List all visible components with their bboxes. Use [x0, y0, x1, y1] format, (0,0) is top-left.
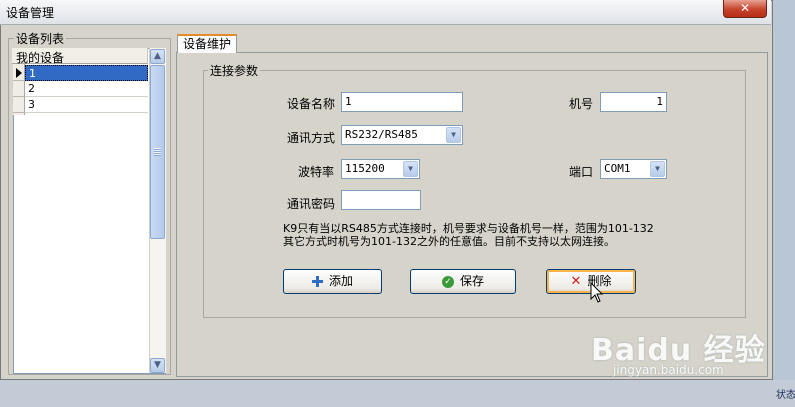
add-button-label: 添加	[328, 274, 353, 288]
note-line-1: K9只有当以RS485方式连接时，机号要求与设备机号一样，范围为101-132	[283, 222, 654, 235]
close-icon: ✕	[739, 1, 751, 15]
machine-no-input[interactable]: 1	[600, 92, 667, 112]
watermark-url: jingyan.baidu.com	[613, 363, 724, 377]
add-button[interactable]: 添加	[283, 269, 382, 294]
baud-label: 波特率	[298, 165, 335, 179]
connection-params-legend: 连接参数	[208, 62, 261, 79]
mouse-pointer-icon	[590, 282, 604, 303]
device-list-legend: 设备列表	[14, 30, 67, 47]
x-icon: ✕	[570, 274, 582, 289]
scroll-down-arrow-icon[interactable]: ▼	[150, 358, 165, 373]
current-row-arrow-icon	[16, 68, 22, 78]
background-status-text: 状态	[776, 390, 795, 400]
chevron-down-icon[interactable]: ▼	[403, 161, 418, 177]
comm-mode-select[interactable]: RS232/RS485 ▼	[341, 125, 463, 145]
baidu-watermark: Baidu 经验 jingyan.baidu.com	[583, 321, 773, 383]
machine-no-label: 机号	[569, 97, 594, 111]
plus-icon	[311, 276, 323, 287]
note-line-2: 其它方式时机号为101-132之外的任意值。目前不支持以太网连接。	[283, 235, 615, 248]
port-value: COM1	[604, 162, 631, 175]
window-title: 设备管理	[6, 6, 55, 20]
scroll-up-arrow-icon[interactable]: ▲	[150, 49, 165, 64]
background-status-bar	[0, 380, 795, 407]
comm-mode-value: RS232/RS485	[345, 128, 418, 141]
password-input[interactable]	[341, 190, 421, 210]
chevron-down-icon[interactable]: ▼	[650, 161, 665, 177]
row-header[interactable]	[13, 97, 25, 113]
tab-device-maintenance[interactable]: 设备维护	[177, 34, 237, 53]
port-label: 端口	[569, 165, 594, 179]
scrollbar-grip-icon	[154, 148, 161, 156]
title-bar[interactable]	[0, 0, 771, 25]
save-button[interactable]: ✓ 保存	[410, 269, 516, 294]
chevron-down-icon[interactable]: ▼	[446, 127, 461, 143]
device-row-1[interactable]: 1	[25, 65, 148, 81]
port-select[interactable]: COM1 ▼	[600, 159, 667, 179]
device-row-2[interactable]: 2	[25, 81, 148, 97]
device-row-3[interactable]: 3	[25, 97, 148, 113]
grid-column-header-label: 我的设备	[16, 51, 65, 65]
save-button-label: 保存	[459, 274, 484, 288]
device-name-label: 设备名称	[287, 97, 336, 111]
baud-select[interactable]: 115200 ▼	[341, 159, 420, 179]
connection-note: K9只有当以RS485方式连接时，机号要求与设备机号一样，范围为101-132 …	[283, 222, 654, 248]
check-circle-icon: ✓	[441, 275, 454, 288]
baud-value: 115200	[345, 162, 385, 175]
password-label: 通讯密码	[287, 197, 336, 211]
device-name-input[interactable]: 1	[341, 92, 463, 112]
close-button[interactable]: ✕	[723, 0, 767, 18]
comm-mode-label: 通讯方式	[287, 131, 336, 145]
row-header[interactable]	[13, 81, 25, 97]
background-right-edge	[772, 0, 795, 407]
